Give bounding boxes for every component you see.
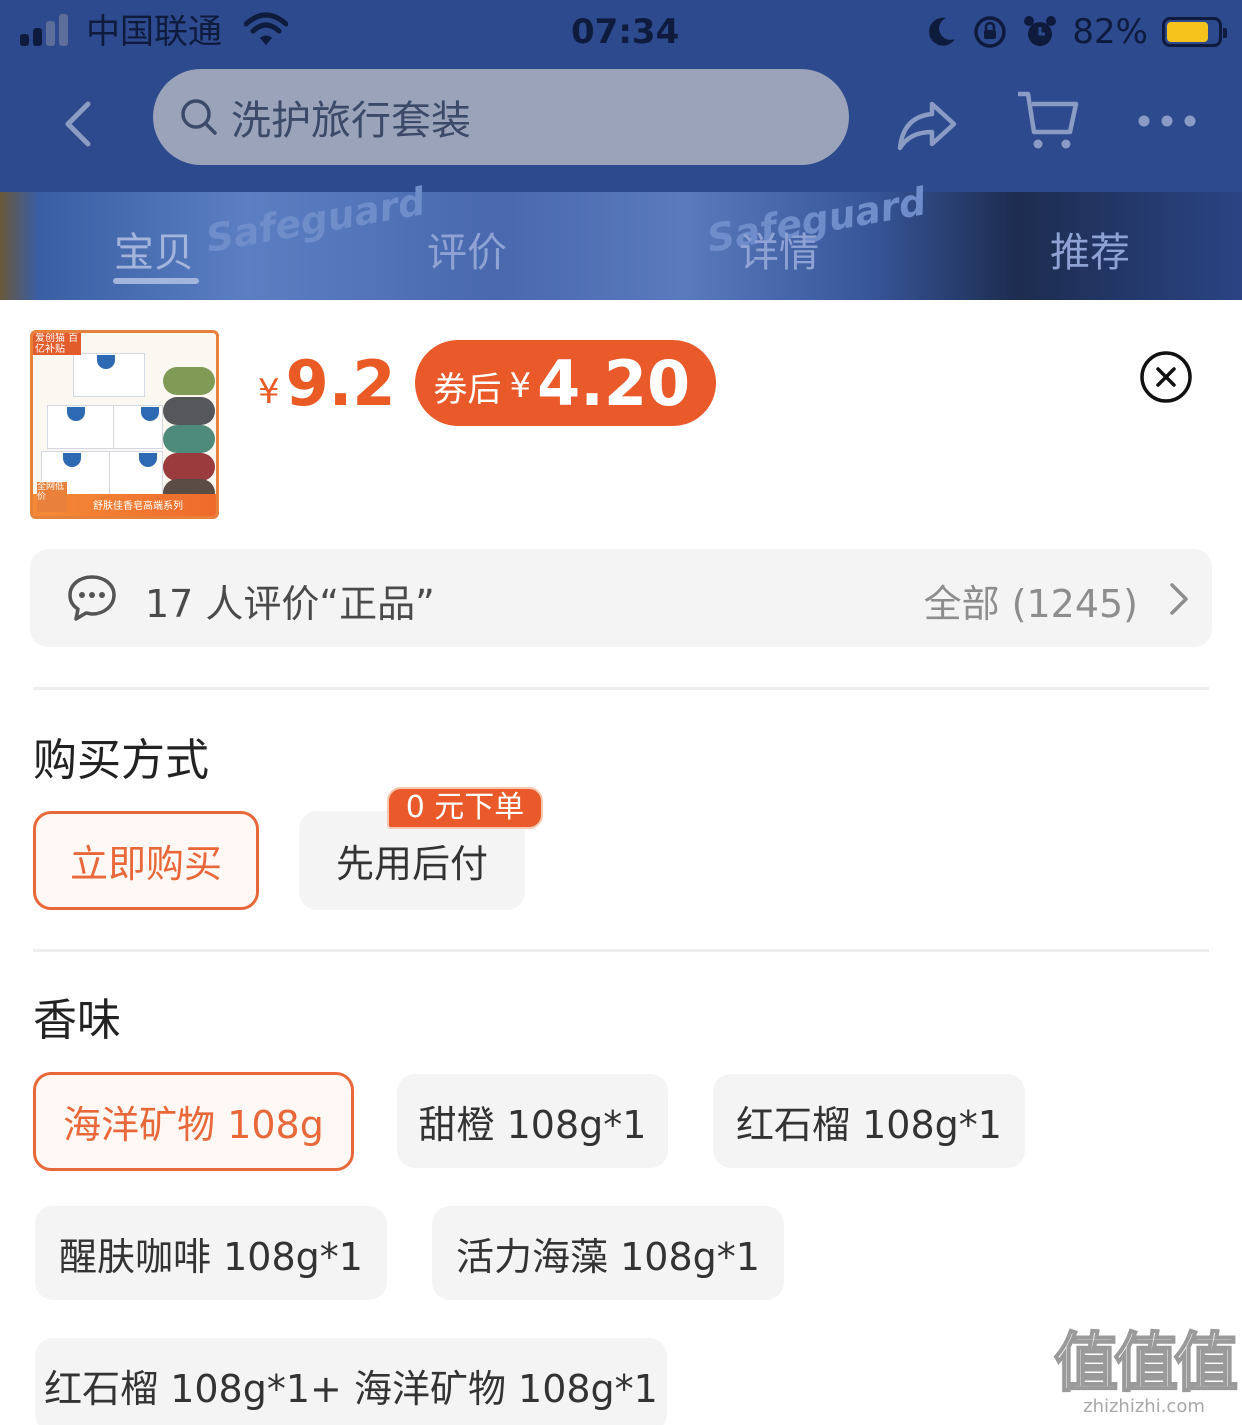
thumb-badge: 全网低价 xyxy=(37,482,67,512)
cart-icon[interactable] xyxy=(1014,88,1080,154)
signal-icon xyxy=(20,14,72,46)
status-bar: 中国联通 07:34 82% xyxy=(0,0,1242,64)
divider xyxy=(33,687,1209,690)
thumb-tag: 爱创猫 百亿补贴 xyxy=(33,333,81,355)
chevron-left-icon[interactable] xyxy=(52,94,112,154)
tab-underline xyxy=(113,278,199,284)
option-pomegranate-plus-ocean[interactable]: 红石榴 108g*1+ 海洋矿物 108g*1 xyxy=(35,1338,667,1425)
share-icon[interactable] xyxy=(894,94,960,154)
search-icon xyxy=(181,99,217,135)
nav-bar: 洗护旅行套装 xyxy=(0,64,1242,192)
review-summary-bar[interactable]: 17 人评价“正品” 全部 (1245) xyxy=(30,549,1212,647)
detail-tabs: 宝贝 评价 详情 推荐 xyxy=(0,212,1242,292)
coupon-label: 券后 xyxy=(433,369,502,410)
price: 9.2 xyxy=(285,346,396,420)
all-reviews-link[interactable]: 全部 (1245) xyxy=(924,573,1138,628)
tab-reviews[interactable]: 评价 xyxy=(427,220,507,278)
search-input[interactable]: 洗护旅行套装 xyxy=(153,69,849,165)
review-summary-text: 17 人评价“正品” xyxy=(145,582,435,626)
tab-recommend[interactable]: 推荐 xyxy=(1050,220,1130,278)
coupon-price: 4.20 xyxy=(537,346,691,420)
purchase-method-title: 购买方式 xyxy=(33,735,209,786)
moon-icon xyxy=(929,17,956,46)
thumb-footer: 舒肤佳香皂高端系列 xyxy=(93,501,183,512)
search-placeholder: 洗护旅行套装 xyxy=(231,98,471,144)
watermark-logo: 值值值 xyxy=(1053,1327,1239,1401)
close-icon[interactable] xyxy=(1139,350,1193,404)
divider xyxy=(33,949,1209,952)
price-row: ¥ 9.2 券后 ¥ 4.20 xyxy=(258,340,717,426)
option-red-pomegranate[interactable]: 红石榴 108g*1 xyxy=(713,1074,1025,1168)
coupon-currency: ¥ xyxy=(509,366,532,406)
product-thumbnail[interactable]: 爱创猫 百亿补贴 舒肤佳香皂高端系列 全网低价 xyxy=(30,330,219,519)
carrier-name: 中国联通 xyxy=(86,12,222,52)
battery-icon xyxy=(1162,17,1227,47)
tab-details[interactable]: 详情 xyxy=(739,220,819,278)
tab-product[interactable]: 宝贝 xyxy=(114,220,194,278)
option-sweet-orange[interactable]: 甜橙 108g*1 xyxy=(397,1074,668,1168)
alarm-icon xyxy=(1024,16,1057,46)
sku-sheet: 爱创猫 百亿补贴 舒肤佳香皂高端系列 全网低价 ¥ 9.2 券后 ¥ 4.20 … xyxy=(0,300,1242,1425)
chat-bubble-icon xyxy=(68,575,116,621)
currency-symbol: ¥ xyxy=(258,372,280,412)
battery-percent: 82% xyxy=(1072,12,1148,52)
more-icon[interactable] xyxy=(1136,106,1198,136)
option-buy-now[interactable]: 立即购买 xyxy=(33,811,259,910)
wifi-icon xyxy=(244,12,288,45)
option-ocean-mineral[interactable]: 海洋矿物 108g xyxy=(33,1072,354,1171)
scent-title: 香味 xyxy=(33,995,121,1046)
zero-down-badge: 0 元下单 xyxy=(387,787,543,829)
clock: 07:34 xyxy=(571,12,680,52)
watermark: 值值值 zhizhizhi.com xyxy=(1053,1327,1239,1417)
page-overlay[interactable]: 中国联通 07:34 82% 洗护旅行套装 Safeguard Safeguar… xyxy=(0,0,1242,300)
option-coffee[interactable]: 醒肤咖啡 108g*1 xyxy=(35,1206,387,1300)
rotation-lock-icon xyxy=(974,16,1007,48)
chevron-right-icon xyxy=(1170,583,1188,615)
coupon-price-pill: 券后 ¥ 4.20 xyxy=(415,340,717,426)
option-seaweed[interactable]: 活力海藻 108g*1 xyxy=(432,1206,784,1300)
